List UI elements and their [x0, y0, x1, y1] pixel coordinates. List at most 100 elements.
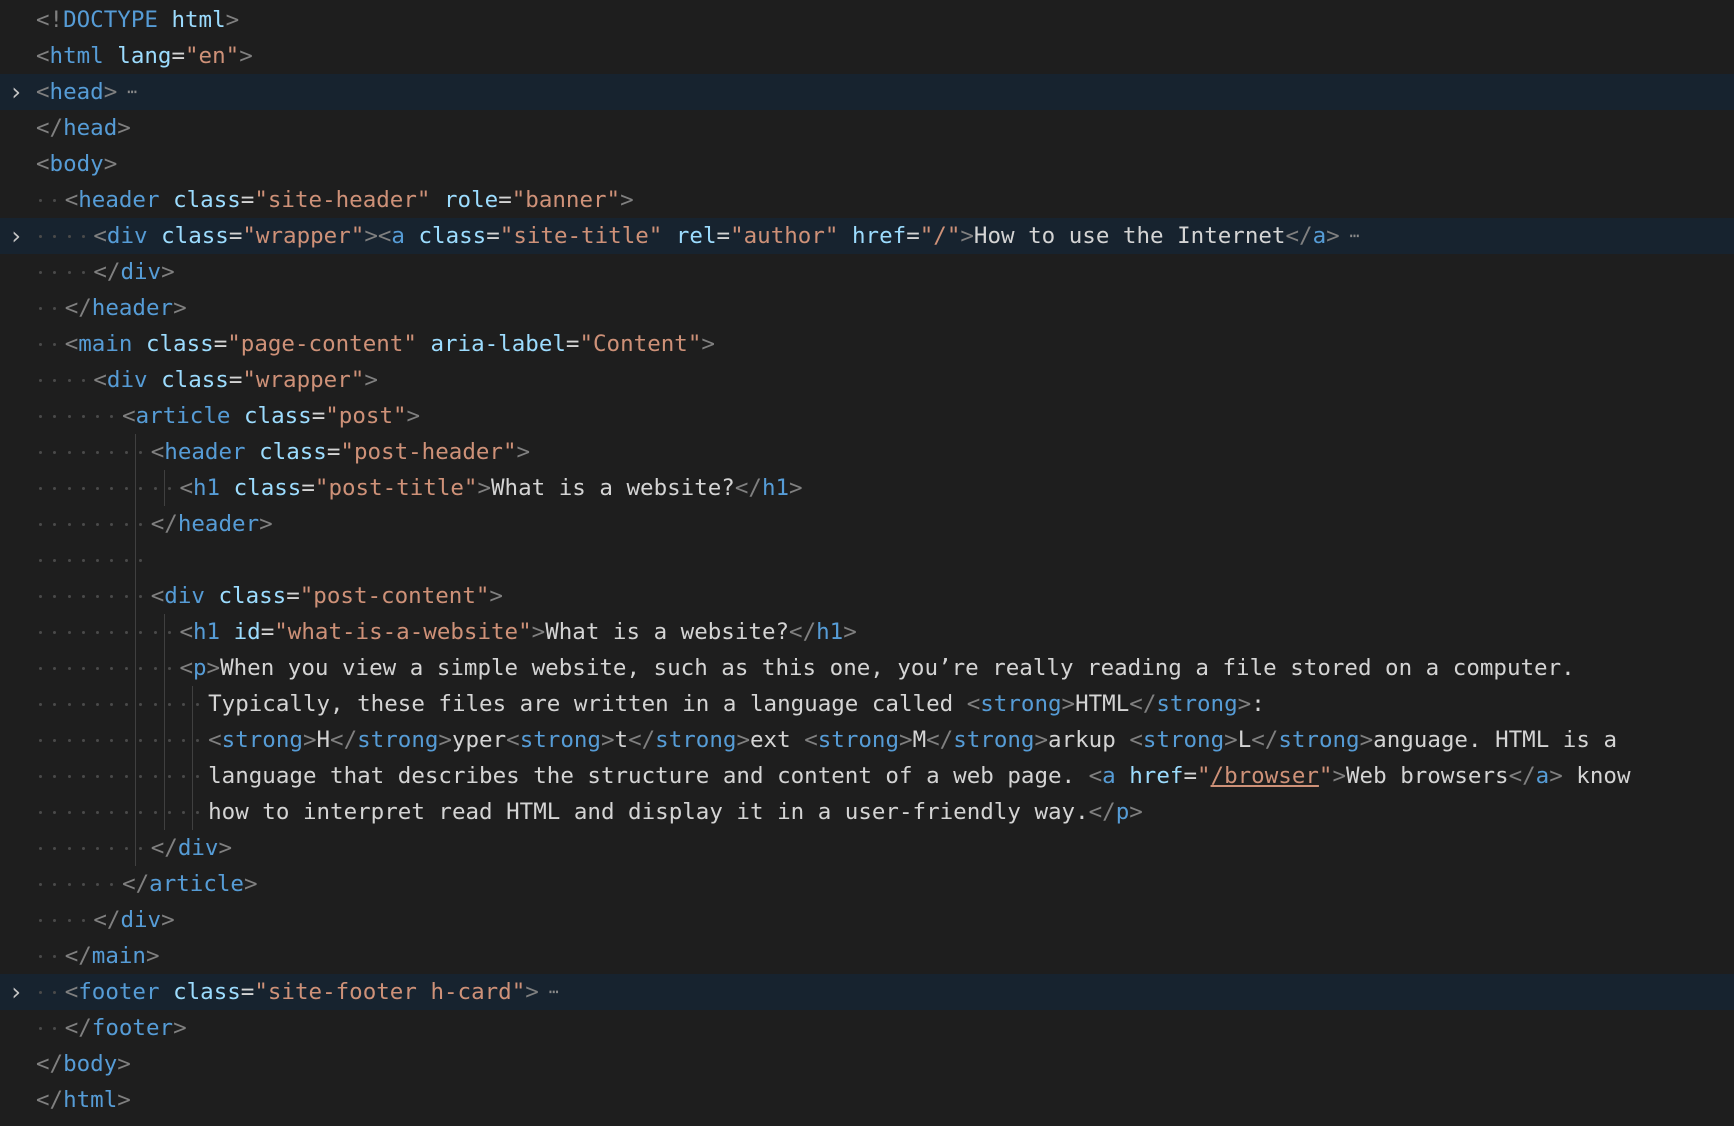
indent-guide: [122, 470, 151, 506]
code-token: <: [150, 583, 165, 609]
code-line[interactable]: </footer>: [0, 1010, 1734, 1046]
indent-guide: [179, 794, 208, 830]
code-token: h1: [192, 475, 221, 501]
code-line[interactable]: Typically, these files are written in a …: [0, 686, 1734, 722]
code-line[interactable]: <div class="wrapper">: [0, 362, 1734, 398]
code-token: "author": [730, 223, 839, 249]
code-line[interactable]: <h1 id="what-is-a-website">What is a web…: [0, 614, 1734, 650]
code-token: >: [161, 259, 175, 285]
code-content: <body>: [36, 146, 117, 182]
code-token: "/": [919, 223, 961, 249]
code-line[interactable]: <html lang="en">: [0, 38, 1734, 74]
indent-guide: [36, 614, 65, 650]
code-line[interactable]: </div>: [0, 254, 1734, 290]
indent-guide: [93, 758, 122, 794]
code-line[interactable]: language that describes the structure an…: [0, 758, 1734, 794]
indent-guide: [36, 758, 65, 794]
indent-guide: [65, 254, 94, 290]
code-content: </html>: [36, 1082, 131, 1118]
code-line[interactable]: › <div class="wrapper"><a class="site-tit…: [0, 218, 1734, 254]
code-token: <!: [36, 7, 64, 33]
code-token: /browser: [1210, 763, 1319, 789]
code-text: </head>: [36, 110, 131, 146]
code-content: <header class="site-header" role="banner…: [36, 182, 634, 218]
code-line[interactable]: </article>: [0, 866, 1734, 902]
code-line[interactable]: <h1 class="post-title">What is a website…: [0, 470, 1734, 506]
code-token: >: [899, 727, 913, 753]
indent-guide: [93, 398, 122, 434]
code-line[interactable]: </header>: [0, 290, 1734, 326]
chevron-right-icon[interactable]: ›: [2, 74, 30, 110]
code-content: <head> ⋯: [36, 74, 137, 110]
code-content: <html lang="en">: [36, 38, 253, 74]
code-token: "site-footer h-card": [254, 979, 526, 1005]
code-line[interactable]: </head>: [0, 110, 1734, 146]
code-token: >: [516, 439, 531, 465]
chevron-right-icon[interactable]: ›: [2, 974, 30, 1010]
code-text: language that describes the structure an…: [208, 758, 1630, 794]
code-token: =: [213, 331, 228, 357]
indent-guide: [151, 758, 180, 794]
indent-guide: [151, 722, 180, 758]
code-token: <: [36, 43, 50, 69]
code-token: >: [1326, 223, 1340, 249]
code-line[interactable]: <!DOCTYPE html>: [0, 2, 1734, 38]
code-content: <div class="wrapper"><a class="site-titl…: [36, 218, 1359, 254]
indent-guide: [65, 686, 94, 722]
code-line[interactable]: <div class="post-content">: [0, 578, 1734, 614]
code-token: </: [36, 1051, 64, 1077]
code-token: >: [1034, 727, 1049, 753]
folded-ellipsis-icon[interactable]: ⋯: [1350, 218, 1360, 254]
code-line[interactable]: <strong>H</strong>yper<strong>t</strong>…: [0, 722, 1734, 758]
code-token: <: [179, 475, 193, 501]
code-token: a: [1535, 763, 1550, 789]
code-line[interactable]: how to interpret read HTML and display i…: [0, 794, 1734, 830]
code-line[interactable]: <p>When you view a simple website, such …: [0, 650, 1734, 686]
code-token: "post-content": [299, 583, 490, 609]
code-line[interactable]: <header class="post-header">: [0, 434, 1734, 470]
code-line[interactable]: </main>: [0, 938, 1734, 974]
code-text: <header class="post-header">: [151, 434, 530, 470]
code-token: strong: [1142, 727, 1225, 753]
indent-guide: [36, 722, 65, 758]
indent-guide: [65, 614, 94, 650]
code-token: div: [164, 583, 205, 609]
code-line[interactable]: [0, 542, 1734, 578]
code-line[interactable]: <header class="site-header" role="banner…: [0, 182, 1734, 218]
indent-guide: [36, 182, 65, 218]
code-token: >: [225, 7, 240, 33]
code-line[interactable]: </div>: [0, 902, 1734, 938]
code-line[interactable]: <body>: [0, 146, 1734, 182]
code-token: =: [1183, 763, 1197, 789]
folded-ellipsis-icon[interactable]: ⋯: [127, 74, 137, 110]
code-editor[interactable]: <!DOCTYPE html> <html lang="en"> › <head> ⋯ <…: [0, 0, 1734, 1126]
code-token: class: [145, 331, 214, 357]
code-token: >: [173, 295, 187, 321]
indent-guide: [122, 614, 151, 650]
code-content: </header>: [36, 290, 187, 326]
code-line[interactable]: </div>: [0, 830, 1734, 866]
folded-ellipsis-icon[interactable]: ⋯: [549, 974, 559, 1010]
code-line[interactable]: › <footer class="site-footer h-card"> ⋯: [0, 974, 1734, 1010]
code-token: </: [926, 727, 954, 753]
code-token: >: [960, 223, 974, 249]
code-line[interactable]: </header>: [0, 506, 1734, 542]
code-token: </: [150, 835, 178, 861]
code-token: div: [106, 367, 148, 393]
indent-guide: [36, 506, 65, 542]
code-line[interactable]: <main class="page-content" aria-label="C…: [0, 326, 1734, 362]
code-line[interactable]: </html>: [0, 1082, 1734, 1118]
code-line[interactable]: <article class="post">: [0, 398, 1734, 434]
code-line[interactable]: › <head> ⋯: [0, 74, 1734, 110]
code-token: <: [64, 979, 79, 1005]
code-token: h1: [192, 619, 221, 645]
code-token: how to interpret read HTML and display i…: [208, 799, 1089, 825]
indent-guide: [93, 578, 122, 614]
chevron-right-icon[interactable]: ›: [2, 218, 30, 254]
code-token: >: [218, 835, 233, 861]
code-token: M: [912, 727, 927, 753]
code-line[interactable]: </body>: [0, 1046, 1734, 1082]
code-token: div: [177, 835, 219, 861]
